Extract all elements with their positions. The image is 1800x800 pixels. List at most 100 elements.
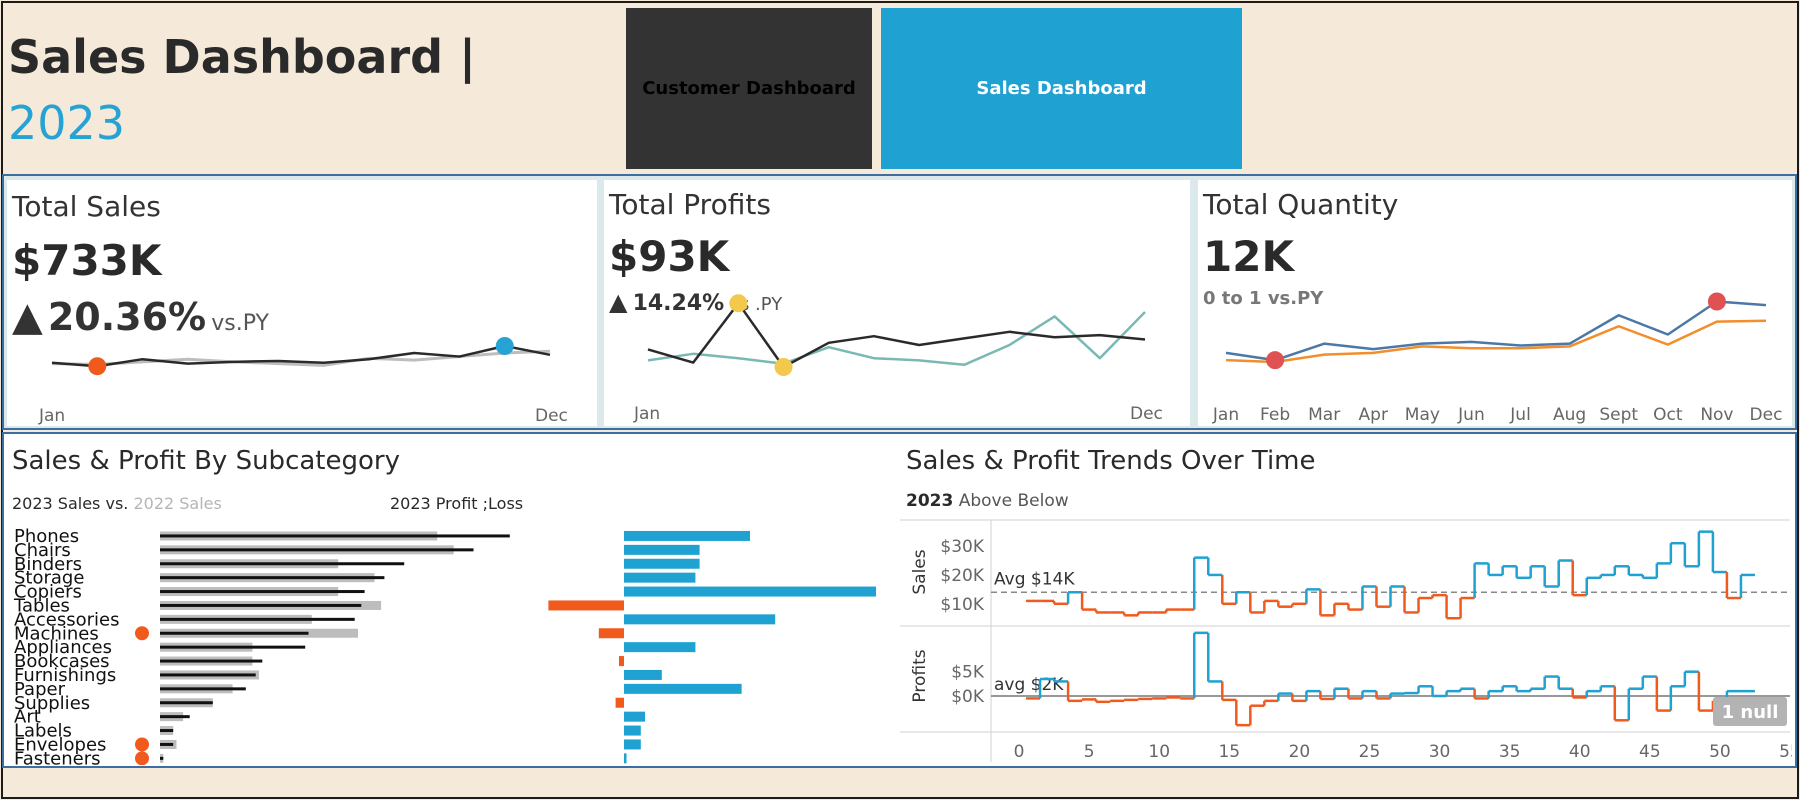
bar-2023-profit — [624, 753, 627, 764]
sales-y-tick: $30K — [940, 537, 984, 557]
profit-spark-marker-1 — [774, 358, 793, 376]
loss-marker-dot — [135, 626, 149, 641]
bar-2023-sales — [160, 742, 174, 746]
qty-spark-marker-1 — [1707, 292, 1726, 311]
trends-legend-above: Above — [958, 491, 1013, 511]
profits-axis-title: Profits — [910, 649, 930, 702]
bar-2023-sales — [160, 590, 365, 594]
bar-2023-sales — [160, 715, 190, 719]
qty-x-label: Aug — [1553, 405, 1586, 425]
bar-2023-profit — [624, 530, 750, 541]
qty-x-label: Oct — [1653, 405, 1683, 425]
week-x-tick: 0 — [1014, 742, 1025, 762]
bar-2023-profit — [624, 586, 876, 597]
bar-2023-sales — [160, 562, 405, 566]
week-x-tick: 45 — [1639, 742, 1661, 762]
bar-2023-sales — [160, 576, 385, 580]
bar-2023-profit — [624, 725, 641, 736]
bar-2023-profit — [624, 572, 696, 583]
bar-2023-sales — [160, 645, 306, 649]
subcategory-panel-title: Sales & Profit By Subcategory — [12, 446, 400, 476]
week-x-tick: 55 — [1779, 742, 1792, 762]
bar-2023-sales — [160, 548, 474, 552]
profits-x-start: Jan — [634, 404, 661, 424]
qty-x-label: Jul — [1509, 405, 1531, 425]
profit-sparkline-chart — [647, 294, 1146, 376]
qty-x-label: Apr — [1359, 405, 1388, 425]
category-label: Fasteners — [14, 748, 101, 765]
subcategory-bar-chart: PhonesChairsBindersStorageCopiersTablesA… — [13, 526, 876, 765]
week-x-tick: 15 — [1218, 742, 1240, 762]
qty-spark-series-0-line — [1225, 300, 1767, 362]
quantity-sparkline-chart: Jan Feb Mar Apr May Jun Jul Aug Sept Oct Nov Dec — [1212, 292, 1783, 425]
subcategory-legend-profit: 2023 Profit ;Loss — [390, 494, 524, 513]
week-x-tick: 30 — [1429, 742, 1451, 762]
bar-2023-profit — [615, 697, 624, 708]
bar-2023-sales — [160, 756, 164, 760]
qty-x-label: May — [1405, 405, 1440, 425]
trends-legend: 2023 Above Below — [906, 491, 1069, 511]
week-x-tick: 25 — [1359, 742, 1381, 762]
sales-avg-label: Avg $14K — [994, 569, 1075, 589]
bar-2023-sales — [160, 729, 174, 733]
bar-2023-profit — [598, 628, 624, 639]
qty-x-label: Dec — [1750, 405, 1783, 425]
profits-y-tick: $0K — [951, 687, 985, 707]
qty-spark-series-1-line — [1225, 319, 1767, 364]
null-badge-label: 1 null — [1722, 702, 1779, 723]
qty-x-label: Jan — [1212, 405, 1239, 425]
bar-2023-profit — [618, 656, 624, 667]
qty-x-label: Mar — [1308, 405, 1340, 425]
bar-2023-sales — [160, 534, 510, 538]
sales-spark-marker-0 — [88, 357, 107, 376]
sales-spark-marker-1 — [495, 337, 514, 355]
qty-x-label: Feb — [1260, 405, 1290, 425]
sales-sparkline-chart — [51, 337, 551, 376]
sales-dashboard-button[interactable]: Sales Dashboard — [881, 8, 1242, 169]
week-x-tick: 40 — [1569, 742, 1591, 762]
sales-x-end: Dec — [535, 406, 568, 426]
bar-2023-sales — [160, 631, 309, 635]
kpi-total-quantity: Total Quantity 12K 0 to 1 vs.PY Jan Feb Ma… — [1198, 180, 1792, 426]
week-x-tick: 20 — [1289, 742, 1311, 762]
bar-2023-profit — [548, 600, 624, 611]
week-x-tick: 35 — [1499, 742, 1521, 762]
bar-2023-sales — [160, 617, 355, 621]
sales-y-tick: $10K — [940, 595, 984, 615]
trends-legend-below: Below — [1017, 491, 1069, 511]
bar-2023-sales — [160, 687, 246, 691]
week-x-tick: 5 — [1084, 742, 1095, 762]
profits-y-tick: $5K — [951, 663, 985, 683]
page-title-year: 2023 — [8, 96, 126, 150]
bar-2023-profit — [624, 558, 700, 569]
bar-2023-profit — [624, 739, 641, 750]
sales-y-tick: $20K — [940, 566, 984, 586]
loss-marker-dot — [135, 737, 149, 752]
kpi-total-sales: Total Sales $733K ▲ 20.36% vs.PY Jan Dec — [7, 180, 597, 426]
qty-x-label: Nov — [1700, 405, 1733, 425]
qty-x-label: Jun — [1457, 405, 1485, 425]
sales-axis-title: Sales — [910, 549, 930, 594]
customer-dashboard-button[interactable]: Customer Dashboard — [626, 8, 872, 169]
loss-marker-dot — [135, 751, 149, 765]
profit-spark-marker-0 — [729, 294, 748, 313]
bar-2023-sales — [160, 603, 362, 607]
bar-2023-sales — [160, 659, 263, 663]
sales-x-start: Jan — [39, 406, 66, 426]
qty-spark-marker-0 — [1266, 351, 1285, 370]
trends-legend-year: 2023 — [906, 491, 954, 511]
legend-2023-sales: 2023 Sales vs. — [12, 494, 129, 513]
trends-panel-title: Sales & Profit Trends Over Time — [906, 446, 1316, 476]
bar-2023-profit — [624, 683, 742, 694]
bar-2023-profit — [624, 544, 700, 555]
week-x-tick: 50 — [1709, 742, 1731, 762]
profit-spark-series-1-line — [647, 311, 1146, 367]
profits-x-end: Dec — [1130, 404, 1163, 424]
week-x-tick: 10 — [1148, 742, 1170, 762]
bar-2023-profit — [624, 711, 645, 722]
subcategory-legend-sales: 2023 Sales vs. 2022 Sales — [12, 494, 222, 513]
bar-2023-sales — [160, 673, 256, 677]
bar-2023-sales — [160, 701, 213, 705]
page-title: Sales Dashboard | — [8, 30, 476, 84]
bar-2023-profit — [624, 642, 696, 653]
